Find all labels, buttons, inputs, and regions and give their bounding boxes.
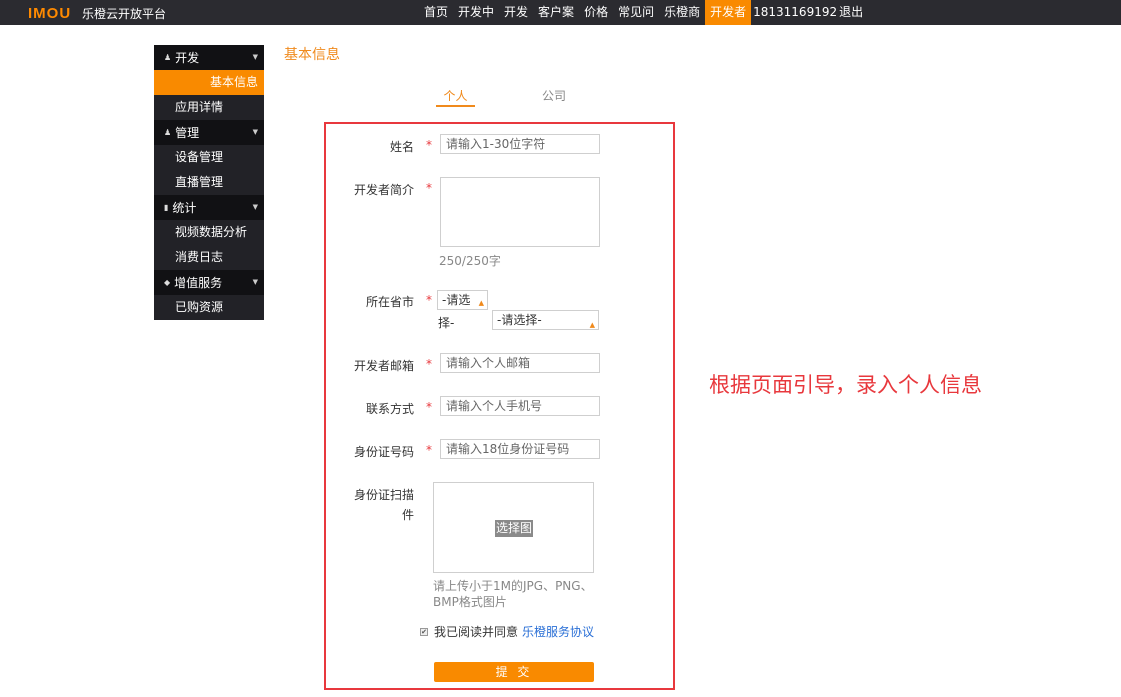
upload-hint: 请上传小于1M的JPG、PNG、BMP格式图片 xyxy=(433,579,593,609)
submit-button[interactable]: 提 交 xyxy=(434,662,594,682)
intro-char-counter: 250/250字 xyxy=(439,254,501,268)
id-number-input[interactable] xyxy=(440,439,600,459)
sidebar-group-manage[interactable]: ♟ 管理 ▼ xyxy=(154,120,264,145)
tab-personal[interactable]: 个人 xyxy=(436,87,475,107)
sidebar-item-basic-info[interactable]: 基本信息 xyxy=(154,70,264,95)
required-mark: * xyxy=(426,181,432,195)
logout-link[interactable]: 退出 xyxy=(837,0,863,25)
caret-down-icon: ▼ xyxy=(252,53,258,61)
user-icon: ♟ xyxy=(164,53,172,62)
required-mark: * xyxy=(426,357,432,371)
caret-down-icon: ▼ xyxy=(252,203,258,211)
email-label: 开发者邮箱 xyxy=(353,359,414,373)
page-title: 基本信息 xyxy=(284,47,340,63)
sidebar-item-purchased[interactable]: 已购资源 xyxy=(154,295,264,320)
caret-down-icon: ▼ xyxy=(252,278,258,286)
bar-chart-icon: ▮ xyxy=(164,203,169,212)
province-select-overflow: 择- xyxy=(438,316,455,330)
choose-image-button[interactable]: 选择图 xyxy=(495,520,534,537)
agree-checkbox[interactable]: ✔ xyxy=(420,627,428,636)
nav-home[interactable]: 首页 xyxy=(419,0,453,25)
service-agreement-link[interactable]: 乐橙服务协议 xyxy=(522,623,594,640)
sidebar-item-video-analytics[interactable]: 视频数据分析 xyxy=(154,220,264,245)
nav-faq[interactable]: 常见问 xyxy=(613,0,659,25)
sidebar-group-value-added[interactable]: ◆ 增值服务 ▼ xyxy=(154,270,264,295)
dropdown-arrow-icon: ▲ xyxy=(589,321,595,329)
site-name[interactable]: 乐橙云开放平台 xyxy=(82,5,166,22)
sidebar-item-device-manage[interactable]: 设备管理 xyxy=(154,145,264,170)
id-number-label: 身份证号码 xyxy=(353,445,414,459)
sidebar-group-label: 增值服务 xyxy=(174,276,223,290)
sidebar-group-stats[interactable]: ▮ 统计 ▼ xyxy=(154,195,264,220)
email-input[interactable] xyxy=(440,353,600,373)
sidebar-item-live-manage[interactable]: 直播管理 xyxy=(154,170,264,195)
caret-down-icon: ▼ xyxy=(252,128,258,136)
nav-pricing[interactable]: 价格 xyxy=(579,0,613,25)
phone-label: 联系方式 xyxy=(365,402,414,416)
tab-company[interactable]: 公司 xyxy=(542,87,566,104)
name-label: 姓名 xyxy=(389,140,414,154)
top-navbar: IMOU 乐橙云开放平台 首页 开发中 开发 客户案 价格 常见问 乐橙商 开发… xyxy=(0,0,1121,25)
dropdown-arrow-icon: ▲ xyxy=(478,299,484,307)
user-phone[interactable]: 18131169192 xyxy=(751,0,837,25)
required-mark: * xyxy=(426,400,432,414)
imou-logo[interactable]: IMOU xyxy=(28,5,71,22)
nav-develop[interactable]: 开发 xyxy=(499,0,533,25)
nav-developer[interactable]: 开发者 xyxy=(705,0,752,25)
region-label: 所在省市 xyxy=(365,295,414,309)
nav-cases[interactable]: 客户案 xyxy=(533,0,579,25)
required-mark: * xyxy=(426,138,432,152)
agreement-row: ✔ 我已阅读并同意 乐橙服务协议 xyxy=(420,623,594,640)
name-input[interactable] xyxy=(440,134,600,154)
required-mark: * xyxy=(426,443,432,457)
main-nav: 首页 开发中 开发 客户案 价格 常见问 乐橙商 开发者 18131169192… xyxy=(419,0,863,25)
sidebar-item-app-details[interactable]: 应用详情 xyxy=(154,95,264,120)
intro-textarea[interactable] xyxy=(440,177,600,247)
diamond-icon: ◆ xyxy=(164,278,171,287)
required-mark: * xyxy=(426,293,432,307)
sidebar-item-consumption-log[interactable]: 消费日志 xyxy=(154,245,264,270)
id-scan-label: 身份证扫描 xyxy=(353,488,414,502)
sidebar-group-develop[interactable]: ♟ 开发 ▼ xyxy=(154,45,264,70)
sidebar-group-label: 统计 xyxy=(172,201,197,215)
phone-input[interactable] xyxy=(440,396,600,416)
id-scan-label-cont: 件 xyxy=(401,508,414,522)
sidebar-group-label: 开发 xyxy=(175,51,200,65)
province-select[interactable]: -请选 ▲ xyxy=(437,290,488,310)
intro-label: 开发者简介 xyxy=(353,183,414,197)
sidebar: ♟ 开发 ▼ 基本信息 应用详情 ♟ 管理 ▼ 设备管理 直播管理 ▮ 统计 ▼… xyxy=(154,45,264,320)
nav-store[interactable]: 乐橙商 xyxy=(659,0,705,25)
annotation-text: 根据页面引导，录入个人信息 xyxy=(709,373,982,397)
sidebar-group-label: 管理 xyxy=(175,126,200,140)
agree-text: 我已阅读并同意 xyxy=(434,625,519,639)
nav-developing[interactable]: 开发中 xyxy=(453,0,499,25)
city-select[interactable]: -请选择- ▲ xyxy=(492,310,599,330)
users-icon: ♟ xyxy=(164,128,172,137)
